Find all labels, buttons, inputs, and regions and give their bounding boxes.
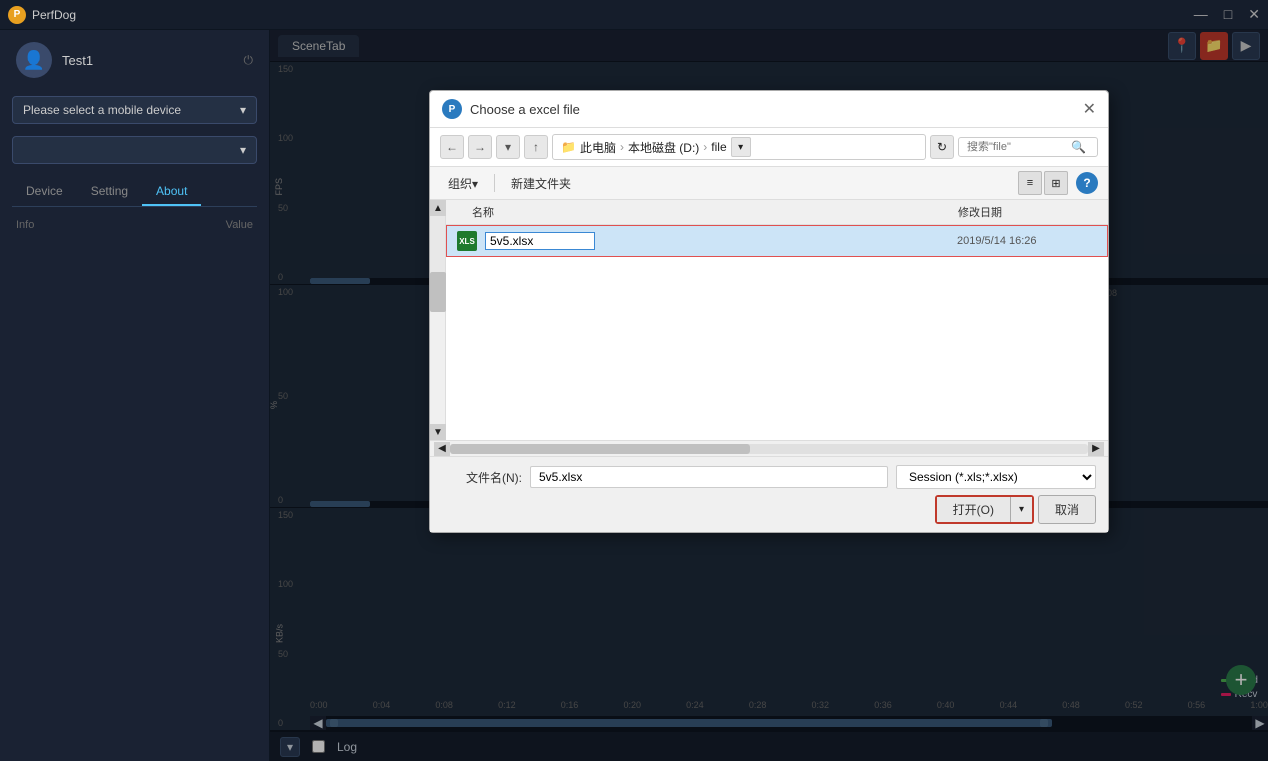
nav-up-button[interactable]: ↑	[524, 135, 548, 159]
app-logo: P	[8, 6, 26, 24]
toolbar-separator	[494, 174, 495, 192]
sidebar-tabs: Device Setting About	[12, 178, 257, 207]
organize-button[interactable]: 组织▾	[440, 173, 486, 194]
search-icon[interactable]: 🔍	[1071, 140, 1086, 154]
dialog-title-left: P Choose a excel file	[442, 99, 580, 119]
scroll-track	[430, 216, 445, 272]
dialog-icon: P	[442, 99, 462, 119]
filename-rename-input[interactable]	[485, 232, 595, 250]
vertical-scroll-bar: ▲ ▼	[430, 200, 446, 440]
open-dropdown-button[interactable]: ▾	[1010, 497, 1032, 522]
titlebar-controls: — □ ✕	[1194, 6, 1260, 23]
nav-forward-button[interactable]: →	[468, 135, 492, 159]
info-col-header: Info	[16, 219, 226, 231]
nav-dropdown-button[interactable]: ▾	[496, 135, 520, 159]
hscroll-thumb[interactable]	[450, 444, 750, 454]
file-excel-icon: XLS	[457, 231, 477, 251]
username-label: Test1	[62, 53, 93, 68]
hscroll-left-button[interactable]: ◀	[434, 442, 450, 456]
minimize-button[interactable]: —	[1194, 6, 1208, 23]
sidebar-table: Info Value	[0, 215, 269, 235]
main-layout: 👤 Test1 ⏻ Please select a mobile device …	[0, 30, 1268, 761]
hscroll-track	[450, 444, 1088, 454]
file-item-date: 2019/5/14 16:26	[957, 235, 1097, 247]
dialog-nav: ← → ▾ ↑ 📁 此电脑 › 本地磁盘 (D:) › file ▾ ↻	[430, 128, 1108, 167]
dialog-titlebar: P Choose a excel file ✕	[430, 91, 1108, 128]
file-list-header: 名称 修改日期	[446, 200, 1108, 225]
file-dialog: P Choose a excel file ✕ ← → ▾ ↑ 📁 此电脑 ›	[429, 90, 1109, 533]
dialog-title: Choose a excel file	[470, 102, 580, 117]
new-folder-button[interactable]: 新建文件夹	[503, 173, 579, 194]
table-header: Info Value	[0, 215, 269, 235]
value-col-header: Value	[226, 219, 253, 231]
col-name[interactable]: 名称	[472, 204, 958, 220]
dialog-toolbar: 组织▾ 新建文件夹 ≡ ⊞ ?	[430, 167, 1108, 200]
maximize-button[interactable]: □	[1224, 6, 1232, 23]
dialog-hscroll: ◀ ▶	[430, 440, 1108, 456]
file-filter-select[interactable]: Session (*.xls;*.xlsx)	[896, 465, 1096, 489]
scroll-down-button[interactable]: ▼	[430, 424, 446, 440]
titlebar: P PerfDog — □ ✕	[0, 0, 1268, 30]
footer-actions: 打开(O) ▾ 取消	[442, 495, 1096, 524]
content-area: SceneTab 📍 📁 ▶ 150 100 50 0 FPS 0:00	[270, 30, 1268, 761]
hscroll-right-button[interactable]: ▶	[1088, 442, 1104, 456]
user-section: 👤 Test1 ⏻	[0, 30, 269, 90]
search-box: 🔍	[958, 137, 1098, 157]
open-button-group: 打开(O) ▾	[935, 495, 1034, 524]
file-list: 名称 修改日期 XLS 2019/5/14 16:26	[446, 200, 1108, 440]
dialog-footer: 文件名(N): Session (*.xls;*.xlsx) 打开(O) ▾ 取…	[430, 456, 1108, 532]
app-select-arrow: ▾	[240, 143, 246, 157]
tab-device[interactable]: Device	[12, 178, 77, 206]
tab-setting[interactable]: Setting	[77, 178, 142, 206]
view-icons: ≡ ⊞	[1018, 171, 1068, 195]
nav-refresh-button[interactable]: ↻	[930, 135, 954, 159]
breadcrumb-folder-icon: 📁	[561, 140, 576, 154]
power-icon[interactable]: ⏻	[244, 53, 254, 68]
device-select-arrow: ▾	[240, 103, 246, 117]
scroll-up-button[interactable]: ▲	[430, 200, 446, 216]
open-button[interactable]: 打开(O)	[937, 497, 1010, 522]
filename-label: 文件名(N):	[442, 469, 522, 486]
breadcrumb-computer: 此电脑	[580, 139, 616, 156]
cancel-button[interactable]: 取消	[1038, 495, 1096, 524]
help-button[interactable]: ?	[1076, 172, 1098, 194]
tab-about[interactable]: About	[142, 178, 201, 206]
device-select-label: Please select a mobile device	[23, 103, 181, 117]
breadcrumb-bar: 📁 此电脑 › 本地磁盘 (D:) › file ▾	[552, 134, 926, 160]
dialog-close-button[interactable]: ✕	[1083, 99, 1096, 119]
view-list-icon[interactable]: ≡	[1018, 171, 1042, 195]
dialog-body: ▲ ▼ 名称 修改日期	[430, 200, 1108, 440]
col-date[interactable]: 修改日期	[958, 204, 1098, 220]
filename-row: 文件名(N): Session (*.xls;*.xlsx)	[442, 465, 1096, 489]
search-input[interactable]	[967, 141, 1067, 153]
breadcrumb-dropdown[interactable]: ▾	[731, 137, 751, 157]
file-item-name	[485, 232, 957, 250]
breadcrumb-disk: 本地磁盘 (D:)	[628, 139, 699, 156]
scroll-thumb[interactable]	[430, 272, 446, 312]
nav-back-button[interactable]: ←	[440, 135, 464, 159]
device-select[interactable]: Please select a mobile device ▾	[12, 96, 257, 124]
app-title: PerfDog	[32, 8, 76, 22]
filename-input[interactable]	[530, 466, 888, 488]
file-item[interactable]: XLS 2019/5/14 16:26	[446, 225, 1108, 257]
breadcrumb-file: file	[711, 140, 726, 154]
titlebar-left: P PerfDog	[8, 6, 76, 24]
close-button[interactable]: ✕	[1248, 6, 1260, 23]
dialog-overlay: P Choose a excel file ✕ ← → ▾ ↑ 📁 此电脑 ›	[270, 30, 1268, 761]
sidebar: 👤 Test1 ⏻ Please select a mobile device …	[0, 30, 270, 761]
app-select[interactable]: ▾	[12, 136, 257, 164]
avatar: 👤	[16, 42, 52, 78]
view-grid-icon[interactable]: ⊞	[1044, 171, 1068, 195]
